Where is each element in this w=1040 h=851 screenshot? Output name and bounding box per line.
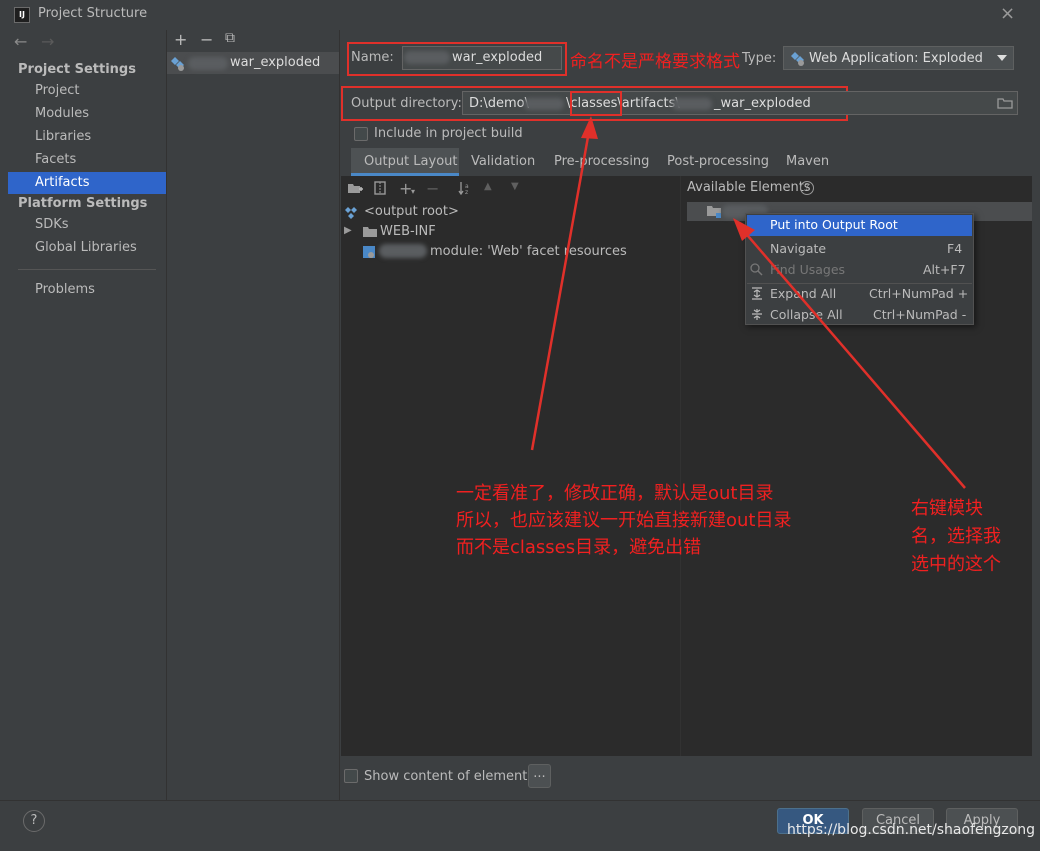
close-icon[interactable]: × (1000, 3, 1015, 24)
find-usages-icon (750, 263, 763, 276)
artifact-icon (171, 57, 184, 71)
output-dir-part1: D:\demo\ (469, 96, 530, 111)
nav-divider (18, 269, 156, 270)
tree-output-root[interactable]: <output root> (364, 204, 459, 219)
collapse-all-shortcut: Ctrl+NumPad - (873, 307, 967, 322)
remove-artifact-button[interactable]: − (200, 30, 213, 49)
name-annotation: 命名不是严格要求格式 (570, 52, 740, 72)
window-title: Project Structure (38, 6, 148, 21)
expand-arrow-icon[interactable]: ▶ (344, 225, 352, 236)
redacted-artifact-prefix (188, 57, 228, 70)
collapse-all-icon (752, 309, 762, 320)
move-up-icon[interactable]: ▲ (484, 181, 492, 192)
nav-item-problems[interactable]: Problems (35, 282, 95, 297)
output-dir-label: Output directory: (351, 96, 462, 111)
output-note-line1: 一定看准了，修改正确，默认是out目录 (456, 483, 774, 504)
expand-all-icon (752, 287, 762, 300)
settings-nav (0, 30, 166, 800)
module-folder-icon (707, 206, 721, 218)
nav-item-libraries[interactable]: Libraries (35, 129, 91, 144)
menu-item-put-into-output-root[interactable]: Put into Output Root (770, 217, 898, 232)
nav-item-global-libraries[interactable]: Global Libraries (35, 240, 137, 255)
web-app-icon (791, 52, 804, 66)
nav-item-sdks[interactable]: SDKs (35, 217, 69, 232)
show-content-label: Show content of elements (364, 769, 535, 784)
tree-facet-resources[interactable]: module: 'Web' facet resources (430, 244, 627, 259)
find-usages-shortcut: Alt+F7 (923, 262, 966, 277)
nav-item-artifacts[interactable]: Artifacts (35, 175, 90, 190)
menu-item-expand-all[interactable]: Expand All (770, 286, 836, 301)
redacted-artifact-name (672, 98, 712, 110)
classes-highlight-box (570, 91, 622, 116)
output-note-line3: 而不是classes目录，避免出错 (456, 537, 702, 558)
redacted-module-name (379, 244, 427, 258)
tree-web-inf[interactable]: WEB-INF (380, 224, 436, 239)
menu-item-navigate[interactable]: Navigate (770, 241, 826, 256)
sort-icon[interactable]: az (458, 181, 472, 195)
menu-item-find-usages[interactable]: Find Usages (770, 262, 845, 277)
type-label: Type: (742, 51, 777, 66)
output-root-icon (345, 207, 357, 219)
move-down-icon[interactable]: ▼ (511, 181, 519, 192)
right-note-line3: 选中的这个 (911, 554, 1001, 575)
name-highlight-box (347, 42, 567, 76)
navigate-shortcut: F4 (947, 241, 963, 256)
output-note-line2: 所以，也应该建议一开始直接新建out目录 (456, 510, 792, 531)
watermark: https://blog.csdn.net/shaofengzong (787, 822, 1036, 838)
copy-artifact-button[interactable]: ⧉ (225, 30, 235, 46)
intellij-app-icon: IJ (14, 7, 30, 23)
more-button[interactable]: ... (528, 764, 551, 788)
tab-maven[interactable]: Maven (786, 154, 829, 169)
output-dir-annotation: 一定看准了，修改正确，默认是out目录 所以，也应该建议一开始直接新建out目录… (456, 480, 791, 561)
svg-text:z: z (465, 189, 468, 195)
right-note-line1: 右键模块 (911, 498, 983, 519)
tab-validation[interactable]: Validation (471, 154, 535, 169)
include-build-label: Include in project build (374, 126, 523, 141)
project-settings-header: Project Settings (18, 62, 136, 77)
layout-divider (680, 176, 681, 756)
output-dir-part3: _war_exploded (714, 96, 811, 111)
help-button[interactable]: ? (23, 810, 45, 832)
back-arrow-icon[interactable]: ← (14, 32, 27, 51)
remove-element-button[interactable]: − (426, 179, 439, 198)
folder-browse-icon[interactable] (997, 97, 1013, 109)
new-directory-icon[interactable] (347, 181, 363, 195)
show-content-checkbox[interactable] (344, 769, 358, 783)
forward-arrow-icon[interactable]: → (41, 32, 54, 51)
expand-all-shortcut: Ctrl+NumPad + (869, 286, 969, 301)
nav-item-modules[interactable]: Modules (35, 106, 89, 121)
nav-item-project[interactable]: Project (35, 83, 79, 98)
tab-pre-processing[interactable]: Pre-processing (554, 154, 649, 169)
available-elements-label: Available Elements (687, 180, 811, 195)
right-click-annotation: 右键模块 名，选择我 选中的这个 (911, 495, 1001, 579)
artifact-list-label: war_exploded (230, 55, 321, 70)
menu-item-collapse-all[interactable]: Collapse All (770, 307, 843, 322)
right-note-line2: 名，选择我 (911, 526, 1001, 547)
folder-icon (363, 227, 377, 237)
redacted-project-name (524, 98, 564, 110)
help-circle-icon[interactable]: ? (800, 181, 814, 195)
facet-resources-icon (363, 246, 375, 258)
artifact-list (166, 30, 340, 800)
platform-settings-header: Platform Settings (18, 196, 148, 211)
chevron-down-icon (997, 55, 1007, 61)
menu-separator (747, 283, 972, 284)
add-artifact-button[interactable]: + (174, 30, 187, 49)
tab-output-layout[interactable]: Output Layout (364, 154, 457, 169)
archive-icon[interactable] (374, 181, 386, 195)
add-dropdown-icon[interactable]: ▾ (411, 187, 415, 196)
nav-item-facets[interactable]: Facets (35, 152, 76, 167)
include-build-checkbox[interactable] (354, 127, 368, 141)
type-dropdown-value: Web Application: Exploded (809, 51, 983, 66)
tab-post-processing[interactable]: Post-processing (667, 154, 769, 169)
title-bar (0, 0, 1040, 30)
